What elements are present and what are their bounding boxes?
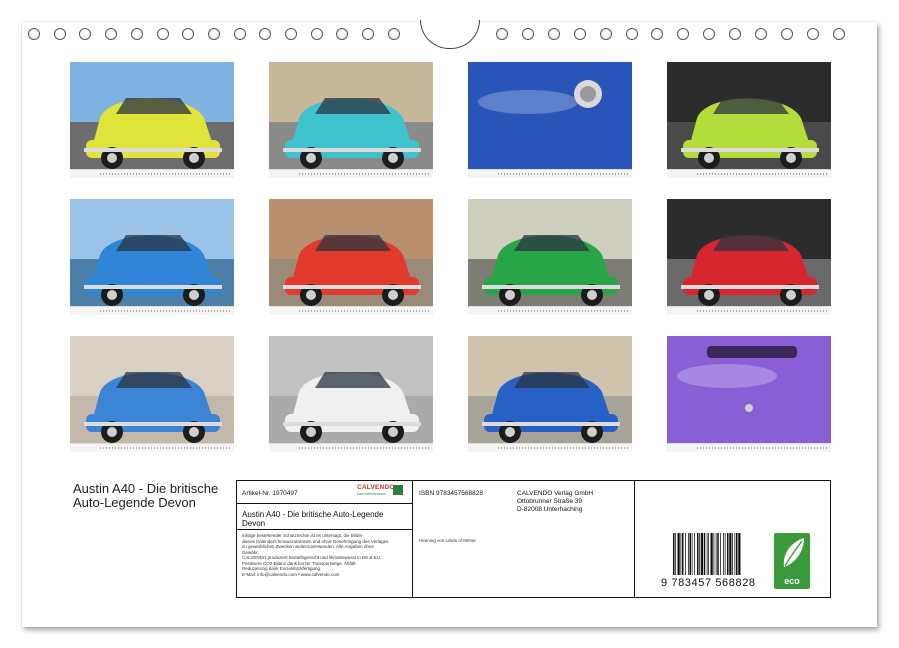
car-photo-image	[468, 336, 632, 452]
barcode-icon	[673, 533, 741, 575]
binding-ring	[156, 28, 169, 40]
binding-ring	[496, 28, 508, 40]
photo-caption-strip	[667, 169, 831, 178]
binding-ring	[599, 28, 612, 40]
binding-ring	[780, 28, 793, 40]
binding-ring	[832, 28, 845, 40]
binding-ring	[806, 28, 819, 40]
car-photo-image	[70, 62, 234, 178]
photo-caption-strip	[269, 306, 433, 315]
binding-ring	[755, 28, 767, 40]
leaf-icon	[783, 538, 804, 567]
photo-red-front	[667, 199, 831, 315]
binding-ring	[703, 28, 716, 40]
info-box: Artikel-Nr. 1970497 CALVENDO Das Kalende…	[236, 480, 831, 598]
photo-caption-strip	[468, 443, 632, 452]
author: Henning von Löwis of Menar	[419, 538, 477, 543]
car-photo-image	[70, 336, 234, 452]
photo-yellow-front	[70, 62, 234, 178]
binding-ring	[130, 28, 143, 40]
binding-ring	[233, 28, 246, 40]
binding-ring	[53, 28, 66, 40]
binding-ring	[362, 28, 375, 40]
photo-turquoise	[269, 62, 433, 178]
photo-caption-strip	[70, 306, 234, 315]
car-photo-image	[269, 62, 433, 178]
info-title: Austin A40 - Die britische Auto-Legende …	[242, 510, 384, 528]
photo-caption-strip	[70, 443, 234, 452]
binding-ring	[182, 28, 195, 40]
binding-ring	[310, 28, 323, 40]
photo-red-rear	[269, 199, 433, 315]
binding-ring	[521, 28, 534, 40]
isbn: ISBN 9783457568828	[419, 490, 483, 497]
publisher-street: Ottobrunner Straße 39	[517, 498, 583, 505]
binding-ring	[729, 28, 742, 40]
car-photo-image	[667, 62, 831, 178]
legal-text-3: zu gewerblichen Zwecken weiterzuverwende…	[242, 544, 374, 549]
publisher-city: D-82008 Unterhaching	[517, 506, 583, 513]
photo-green	[468, 199, 632, 315]
binding-ring	[625, 28, 638, 40]
binding-ring	[336, 28, 349, 40]
calendar-hanger	[420, 20, 480, 49]
calendar-back-page: Austin A40 - Die britische Auto-Legende …	[22, 20, 877, 627]
binding-ring	[259, 28, 272, 40]
photo-purple-trunk	[667, 336, 831, 452]
contact-text: E-Mail: info@calvendo.com • www.calvendo…	[242, 571, 340, 577]
calendar-title: Austin A40 - Die britische Auto-Legende …	[73, 481, 219, 510]
article-number: Artikel-Nr. 1970497	[242, 490, 298, 497]
binding-ring	[677, 28, 690, 40]
photo-caption-strip	[70, 169, 234, 178]
photo-caption-strip	[468, 306, 632, 315]
photo-blue-seaside	[70, 199, 234, 315]
photo-blue-detail	[468, 62, 632, 178]
calvendo-logo: CALVENDO Das Kalenderhaus	[357, 484, 407, 498]
photo-lime-rear	[667, 62, 831, 178]
calvendo-mark-icon	[393, 485, 403, 495]
eco-badge: eco	[774, 533, 810, 589]
photo-blue-front	[468, 336, 632, 452]
publisher-name: CALVENDO Verlag GmbH	[517, 490, 594, 497]
barcode-number: 9 783457 568828	[661, 577, 756, 589]
binding-ring	[387, 28, 400, 40]
binding-ring	[573, 28, 586, 40]
photo-caption-strip	[269, 443, 433, 452]
photo-caption-strip	[667, 443, 831, 452]
photo-caption-strip	[667, 306, 831, 315]
car-photo-image	[269, 199, 433, 315]
car-photo-image	[667, 199, 831, 315]
binding-ring	[547, 28, 560, 40]
binding-ring	[651, 28, 664, 40]
car-photo-image	[468, 199, 632, 315]
binding-ring	[28, 28, 40, 40]
car-photo-image	[667, 336, 831, 452]
car-photo-image	[70, 199, 234, 315]
binding-ring	[105, 28, 118, 40]
photo-blue-rear	[70, 336, 234, 452]
photo-white	[269, 336, 433, 452]
photo-caption-strip	[269, 169, 433, 178]
binding-ring	[79, 28, 92, 40]
photo-caption-strip	[468, 169, 632, 178]
car-photo-image	[269, 336, 433, 452]
car-photo-image	[468, 62, 632, 178]
binding-ring	[207, 28, 220, 40]
binding-ring	[285, 28, 297, 40]
